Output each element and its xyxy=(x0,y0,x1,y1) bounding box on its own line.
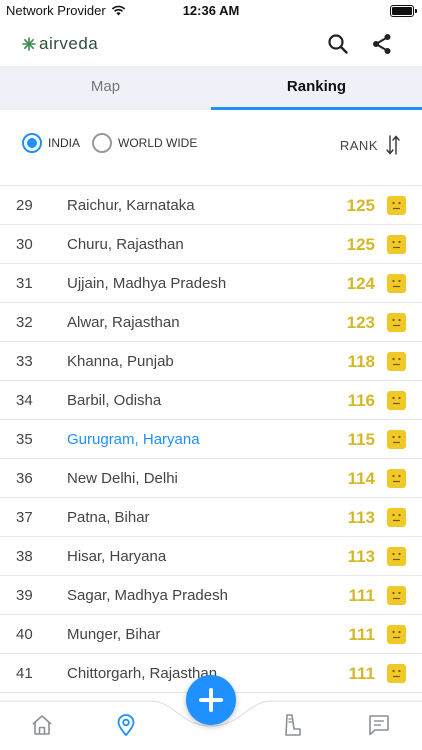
rank-label: RANK xyxy=(339,137,378,153)
rank-number: 40 xyxy=(16,626,33,643)
battery-icon xyxy=(390,5,417,17)
aqi-value: 125 xyxy=(346,235,375,254)
nav-inhaler-icon[interactable] xyxy=(280,712,306,738)
radio-india-label: INDIA xyxy=(48,136,81,150)
rank-number: 30 xyxy=(16,236,33,253)
city-name: Gurugram, Haryana xyxy=(67,431,200,448)
rank-number: 35 xyxy=(16,431,33,448)
ranking-row[interactable]: 37 Patna, Bihar 113 xyxy=(0,498,422,537)
aqi-value: 111 xyxy=(348,586,376,605)
aqi-value: 111 xyxy=(348,625,376,644)
rank-number: 33 xyxy=(16,353,33,370)
tab-map[interactable]: Map xyxy=(0,66,211,110)
aqi-value: 116 xyxy=(347,391,375,410)
neutral-face-icon xyxy=(387,352,406,371)
ranking-row[interactable]: 29 Raichur, Karnataka 125 xyxy=(0,186,422,225)
nav-home-icon[interactable] xyxy=(29,712,55,738)
city-name: Khanna, Punjab xyxy=(67,353,174,370)
tab-ranking[interactable]: Ranking xyxy=(211,66,422,110)
rank-number: 36 xyxy=(16,470,33,487)
neutral-face-icon xyxy=(387,586,406,605)
city-name: Hisar, Haryana xyxy=(67,548,167,565)
rank-number: 31 xyxy=(16,275,33,292)
ranking-row[interactable]: 33 Khanna, Punjab 118 xyxy=(0,342,422,381)
status-time: 12:36 AM xyxy=(182,3,240,18)
rank-sort-button[interactable]: RANK xyxy=(340,134,400,156)
aqi-value: 114 xyxy=(347,469,375,488)
app-logo: airveda xyxy=(22,34,98,54)
nav-location-pin-icon[interactable] xyxy=(113,712,139,738)
nav-chat-icon[interactable] xyxy=(366,712,392,738)
neutral-face-icon xyxy=(387,274,406,293)
city-name: Raichur, Karnataka xyxy=(67,197,195,214)
aqi-value: 125 xyxy=(346,196,375,215)
neutral-face-icon xyxy=(387,625,406,644)
neutral-face-icon xyxy=(387,547,406,566)
neutral-face-icon xyxy=(387,664,406,683)
rank-number: 39 xyxy=(16,587,33,604)
radio-world-wide-indicator[interactable] xyxy=(92,133,112,153)
aqi-value: 111 xyxy=(348,664,376,683)
view-tabs: Map Ranking xyxy=(0,66,422,110)
neutral-face-icon xyxy=(387,391,406,410)
neutral-face-icon xyxy=(387,469,406,488)
aqi-value: 113 xyxy=(347,508,375,527)
ranking-row[interactable]: 32 Alwar, Rajasthan 123 xyxy=(0,303,422,342)
neutral-face-icon xyxy=(387,196,406,215)
share-icon[interactable] xyxy=(370,32,394,56)
region-filter: INDIA WORLD WIDE RANK xyxy=(0,122,422,166)
city-name: Barbil, Odisha xyxy=(67,392,162,409)
rank-number: 34 xyxy=(16,392,33,409)
rank-number: 38 xyxy=(16,548,33,565)
rank-number: 37 xyxy=(16,509,33,526)
aqi-value: 115 xyxy=(347,430,375,449)
ranking-row[interactable]: 35 Gurugram, Haryana 115 xyxy=(0,420,422,459)
logo-text: airveda xyxy=(39,34,99,53)
aqi-value: 123 xyxy=(346,313,375,332)
ranking-row[interactable]: 34 Barbil, Odisha 116 xyxy=(0,381,422,420)
rank-number: 29 xyxy=(16,197,33,214)
radio-india-indicator[interactable] xyxy=(22,133,42,153)
ranking-row[interactable]: 39 Sagar, Madhya Pradesh 111 xyxy=(0,576,422,615)
aqi-value: 113 xyxy=(347,547,375,566)
neutral-face-icon xyxy=(387,508,406,527)
add-button[interactable] xyxy=(186,675,236,725)
city-name: Sagar, Madhya Pradesh xyxy=(67,587,228,604)
radio-world-wide-label: WORLD WIDE xyxy=(118,136,198,150)
neutral-face-icon xyxy=(387,235,406,254)
rank-number: 41 xyxy=(16,665,33,682)
radio-world-wide[interactable]: WORLD WIDE xyxy=(92,133,197,153)
neutral-face-icon xyxy=(387,313,406,332)
city-name: New Delhi, Delhi xyxy=(67,470,178,487)
plus-icon xyxy=(199,688,223,712)
ranking-row[interactable]: 40 Munger, Bihar 111 xyxy=(0,615,422,654)
radio-india[interactable]: INDIA xyxy=(22,133,80,153)
ranking-row[interactable]: 31 Ujjain, Madhya Pradesh 124 xyxy=(0,264,422,303)
rank-number: 32 xyxy=(16,314,33,331)
ranking-list: 29 Raichur, Karnataka 125 30 Churu, Rajastha… xyxy=(0,185,422,693)
city-name: Churu, Rajasthan xyxy=(67,236,184,253)
city-name: Munger, Bihar xyxy=(67,626,161,643)
city-name: Ujjain, Madhya Pradesh xyxy=(67,275,227,292)
ranking-row[interactable]: 30 Churu, Rajasthan 125 xyxy=(0,225,422,264)
app-header: airveda xyxy=(0,22,422,66)
city-name: Alwar, Rajasthan xyxy=(67,314,180,331)
aqi-value: 118 xyxy=(347,352,375,371)
aqi-value: 124 xyxy=(346,274,375,293)
search-icon[interactable] xyxy=(326,32,350,56)
status-bar: Network Provider 12:36 AM xyxy=(0,0,422,22)
city-name: Patna, Bihar xyxy=(67,509,150,526)
neutral-face-icon xyxy=(387,430,406,449)
ranking-row[interactable]: 38 Hisar, Haryana 113 xyxy=(0,537,422,576)
leaf-logo-icon xyxy=(22,37,36,51)
ranking-row[interactable]: 36 New Delhi, Delhi 114 xyxy=(0,459,422,498)
sort-arrows-icon xyxy=(386,135,400,155)
